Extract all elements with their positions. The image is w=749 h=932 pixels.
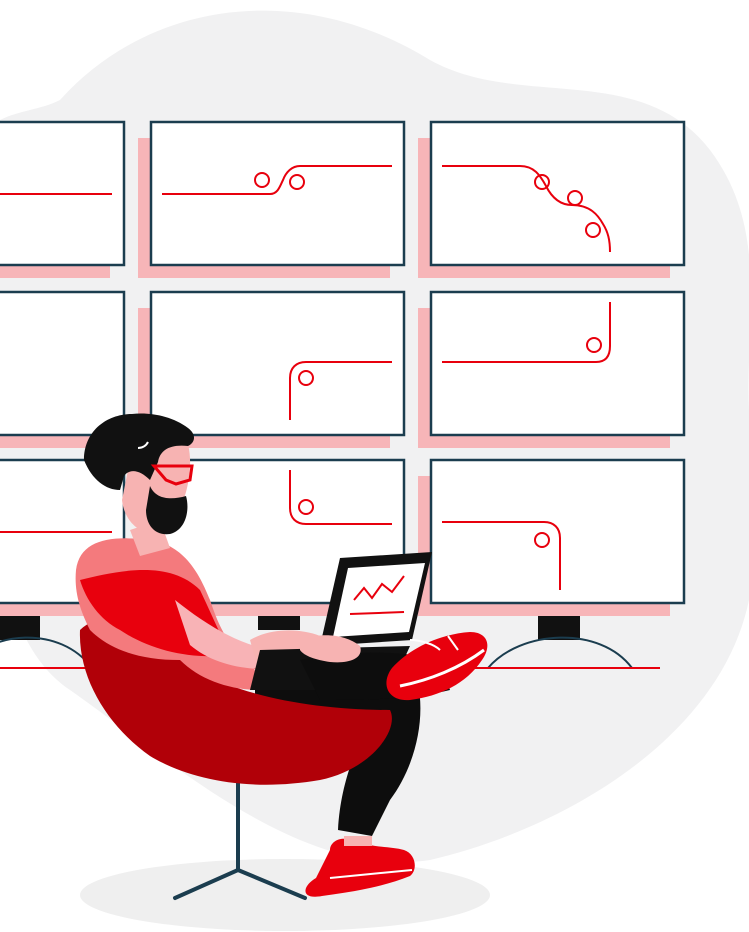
illustration-scene bbox=[0, 10, 749, 931]
monitor-r1-c3 bbox=[418, 120, 686, 278]
monitor-r3-c3 bbox=[418, 458, 686, 616]
monitor-r1-c2 bbox=[138, 120, 406, 278]
monitor-r2-c3 bbox=[418, 290, 686, 448]
monitor-r1-c1 bbox=[0, 120, 126, 278]
floor-shadow bbox=[80, 859, 490, 931]
